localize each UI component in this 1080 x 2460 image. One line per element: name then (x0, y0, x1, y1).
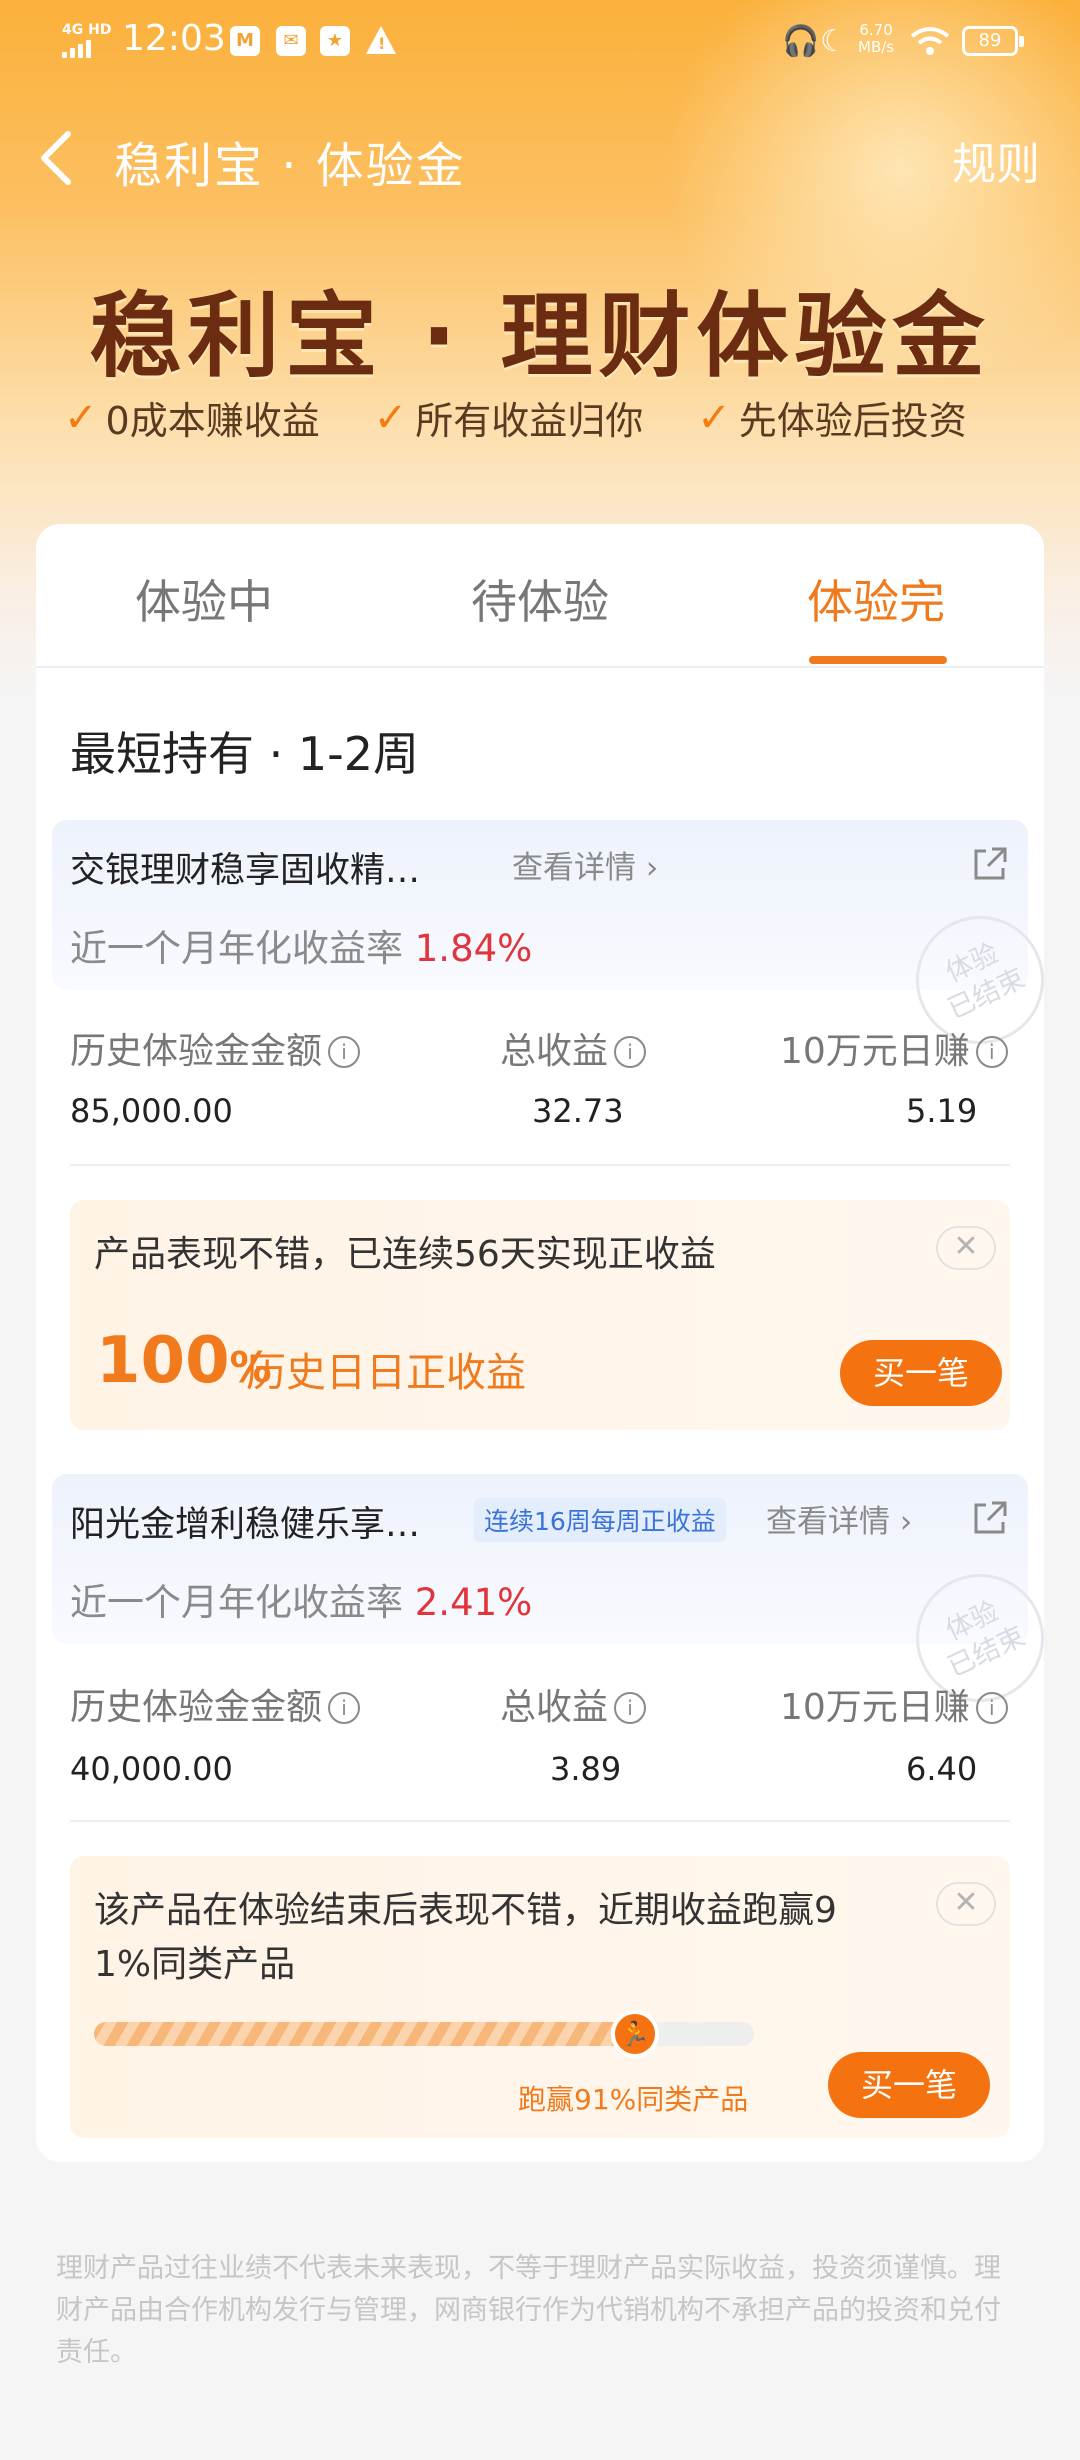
product-tag: 连续16周每周正收益 (474, 1498, 726, 1542)
tab-in-progress[interactable]: 体验中 (36, 566, 372, 632)
promo-message: 产品表现不错，已连续56天实现正收益 (94, 1234, 716, 1275)
network-type: 4G HD (62, 22, 112, 38)
stat-label-total: 总收益 i (500, 1678, 647, 1730)
signal-icon (62, 40, 91, 58)
promo-highlight-value: 100 (96, 1324, 230, 1398)
check-icon: ✓ (697, 394, 731, 441)
speed-unit: MB/s (858, 38, 895, 56)
experience-card: 体验中 待体验 体验完 最短持有 · 1-2周 交银理财稳享固收精… 查看详情 … (36, 524, 1044, 2162)
external-link-icon[interactable] (972, 1500, 1008, 1536)
stat-label-amount: 历史体验金金额 i (70, 1678, 361, 1730)
stat-label-text: 总收益 (500, 1031, 609, 1072)
rate-value: 2.41% (414, 1581, 533, 1624)
buy-button[interactable]: 买一笔 (828, 2052, 990, 2118)
message-notification-icon: ✉ (276, 26, 306, 56)
section-title: 最短持有 · 1-2周 (70, 727, 419, 781)
hero-title: 稳利宝 · 理财体验金 (89, 283, 991, 390)
info-icon[interactable]: i (614, 1036, 647, 1068)
promo-banner: 产品表现不错，已连续56天实现正收益 ✕ 100% 历史日日正收益 买一笔 (70, 1200, 1010, 1430)
stat-label-text: 10万元日赚 (780, 1031, 970, 1072)
info-icon[interactable]: i (614, 1692, 647, 1724)
disclaimer-text: 理财产品过往业绩不代表未来表现，不等于理财产品实际收益，投资须谨慎。理财产品由合… (56, 2253, 1001, 2368)
stat-label-daily: 10万元日赚 i (780, 1678, 1008, 1730)
battery-icon: 89 (962, 26, 1024, 56)
stat-value-daily: 6.40 (906, 1750, 978, 1788)
headphones-icon: 🎧 (782, 24, 820, 59)
game-notification-icon: ★ (320, 26, 350, 56)
feature-item: ✓ 所有收益归你 (374, 390, 644, 445)
check-icon: ✓ (64, 394, 98, 441)
divider (70, 1820, 1010, 1822)
stat-label-text: 10万元日赚 (780, 1687, 970, 1728)
external-link-icon[interactable] (972, 846, 1008, 882)
chevron-right-icon: › (645, 850, 659, 886)
wifi-icon (910, 27, 950, 55)
promo-highlight-text: 历史日日正收益 (246, 1350, 526, 1396)
rules-link[interactable]: 规则 (952, 128, 1040, 192)
divider (70, 1164, 1010, 1166)
stat-value-total: 32.73 (532, 1092, 624, 1130)
stat-label-total: 总收益 i (500, 1022, 647, 1074)
warning-icon: ! (366, 26, 396, 54)
annualized-rate: 近一个月年化收益率 2.41% (70, 1572, 532, 1626)
feature-label: 0成本赚收益 (105, 399, 320, 443)
feature-item: ✓ 先体验后投资 (697, 390, 967, 445)
moon-icon: ☾ (820, 24, 847, 59)
feature-label: 所有收益归你 (415, 399, 644, 443)
speed-value: 6.70 (859, 21, 893, 39)
promo-banner: 该产品在体验结束后表现不错，近期收益跑赢9 1%同类产品 ✕ 🏃 跑赢91%同类… (70, 1856, 1010, 2138)
tab-bar: 体验中 待体验 体验完 (36, 524, 1044, 668)
product-name: 阳光金增利稳健乐享… (70, 1505, 421, 1545)
chevron-right-icon: › (899, 1504, 913, 1540)
page-title: 稳利宝 · 体验金 (114, 138, 466, 194)
stat-value-amount: 40,000.00 (70, 1750, 233, 1788)
view-details-link[interactable]: 查看详情 › (766, 1496, 912, 1541)
buy-button[interactable]: 买一笔 (840, 1340, 1002, 1406)
status-bar: 4G HD 12:03 M ✉ ★ ! 🎧 ☾ 6.70 MB/s 89 (0, 0, 1080, 82)
info-icon[interactable]: i (975, 1036, 1008, 1068)
network-speed: 6.70 MB/s (858, 22, 894, 56)
close-icon[interactable]: ✕ (936, 1226, 996, 1270)
tab-pending[interactable]: 待体验 (372, 566, 708, 632)
product-header[interactable]: 阳光金增利稳健乐享… 连续16周每周正收益 查看详情 › 近一个月年化收益率 2… (52, 1474, 1028, 1644)
promo-message: 该产品在体验结束后表现不错，近期收益跑赢9 1%同类产品 (94, 1890, 837, 1985)
stat-value-amount: 85,000.00 (70, 1092, 233, 1130)
status-time: 12:03 (122, 18, 226, 59)
stat-label-amount: 历史体验金金额 i (70, 1022, 361, 1074)
product-name: 交银理财稳享固收精… (70, 851, 421, 891)
stat-label-text: 历史体验金金额 (70, 1031, 323, 1072)
view-details-label: 查看详情 (766, 1504, 890, 1540)
info-icon[interactable]: i (975, 1692, 1008, 1724)
stat-value-total: 3.89 (550, 1750, 622, 1788)
stat-label-daily: 10万元日赚 i (780, 1022, 1008, 1074)
feature-label: 先体验后投资 (738, 399, 967, 443)
annualized-rate: 近一个月年化收益率 1.84% (70, 918, 532, 972)
active-tab-indicator (809, 656, 947, 664)
view-details-link[interactable]: 查看详情 › (512, 842, 658, 887)
close-icon[interactable]: ✕ (936, 1882, 996, 1926)
runner-icon: 🏃 (611, 2010, 659, 2058)
stat-value-daily: 5.19 (906, 1092, 978, 1130)
back-arrow-icon[interactable] (36, 128, 76, 188)
check-icon: ✓ (373, 394, 408, 441)
app-notification-icon: M (230, 26, 260, 56)
tab-completed[interactable]: 体验完 (708, 566, 1044, 632)
performance-progress-fill (94, 2022, 635, 2046)
rate-label: 近一个月年化收益率 (70, 1581, 403, 1624)
info-icon[interactable]: i (328, 1036, 361, 1068)
stat-label-text: 总收益 (500, 1687, 609, 1728)
rate-label: 近一个月年化收益率 (70, 927, 403, 970)
feature-list: ✓ 0成本赚收益 ✓ 所有收益归你 ✓ 先体验后投资 (64, 390, 967, 445)
info-icon[interactable]: i (328, 1692, 361, 1724)
product-header[interactable]: 交银理财稳享固收精… 查看详情 › 近一个月年化收益率 1.84% (52, 820, 1028, 990)
rate-value: 1.84% (414, 927, 533, 970)
stat-label-text: 历史体验金金额 (70, 1687, 323, 1728)
progress-label: 跑赢91%同类产品 (518, 2083, 749, 2116)
feature-item: ✓ 0成本赚收益 (64, 390, 320, 445)
view-details-label: 查看详情 (512, 850, 636, 886)
